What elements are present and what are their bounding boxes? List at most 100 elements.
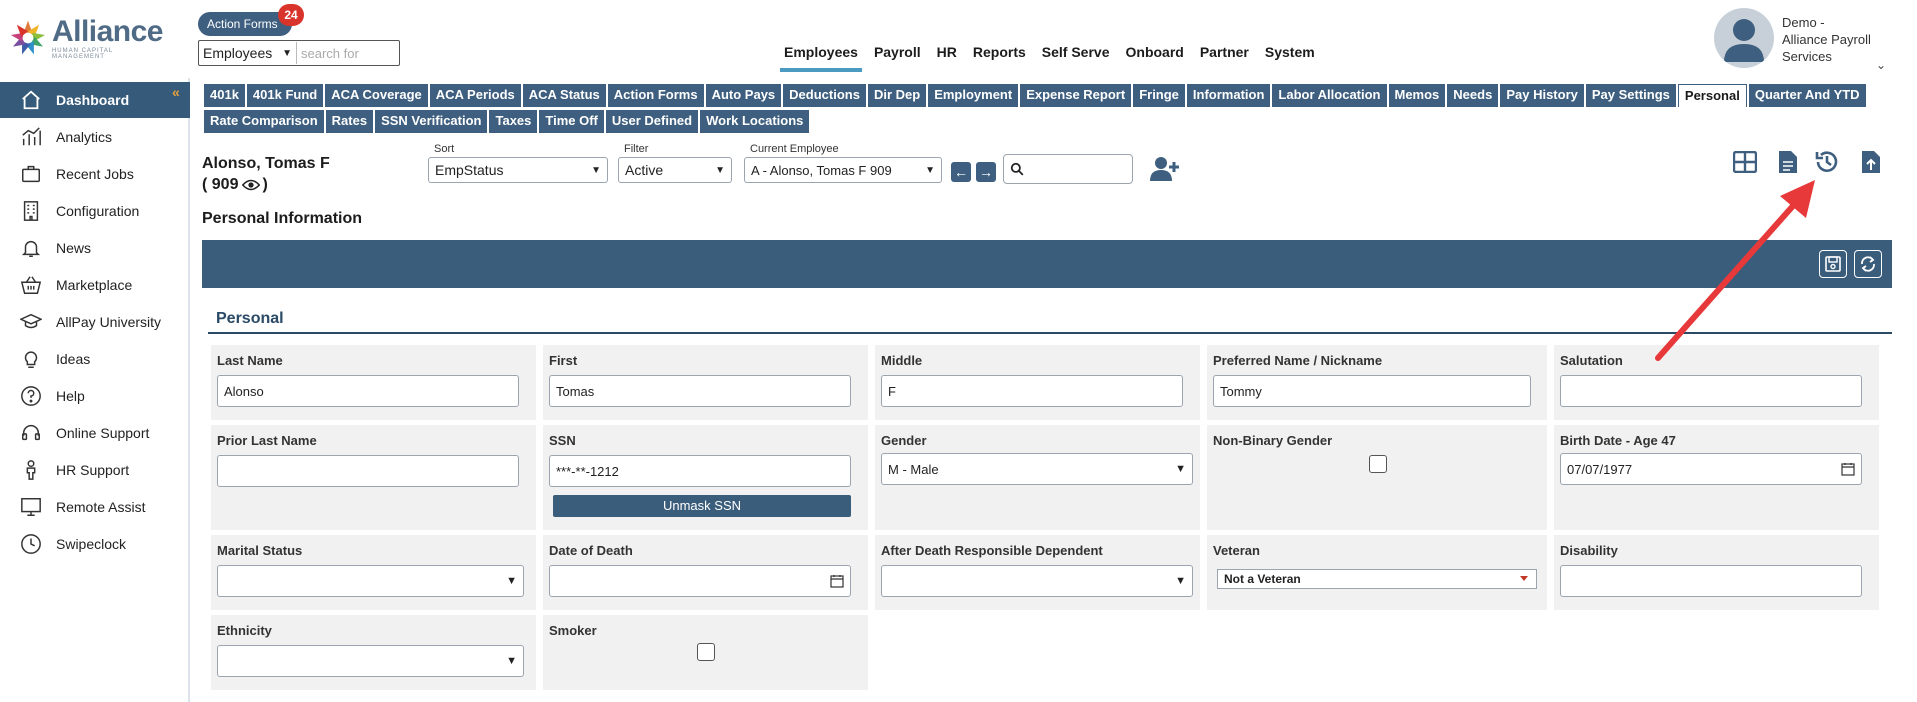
- filter-select[interactable]: Active ▼: [618, 157, 732, 183]
- date-of-death-field[interactable]: [549, 565, 851, 597]
- current-employee-select[interactable]: A - Alonso, Tomas F 909 ▼: [744, 157, 942, 183]
- sidebar-item-configuration[interactable]: Configuration: [0, 193, 190, 229]
- lightbulb-icon: [18, 346, 44, 372]
- nav-reports[interactable]: Reports: [973, 44, 1026, 66]
- smoker-checkbox[interactable]: [697, 643, 715, 661]
- calendar-icon[interactable]: [830, 574, 844, 588]
- history-button[interactable]: [1813, 148, 1841, 176]
- unmask-ssn-button[interactable]: Unmask SSN: [553, 495, 851, 517]
- sidebar-item-ideas[interactable]: Ideas: [0, 341, 190, 377]
- marital-status-select[interactable]: ▼: [217, 565, 524, 597]
- employee-name: Alonso, Tomas F: [202, 155, 330, 172]
- user-menu[interactable]: Demo - Alliance Payroll Services ⌄: [1714, 8, 1914, 72]
- sidebar-item-dashboard[interactable]: Dashboard: [0, 82, 190, 118]
- nav-onboard[interactable]: Onboard: [1126, 44, 1184, 66]
- employee-id: ( 909 ): [202, 176, 268, 194]
- birth-date-field[interactable]: 07/07/1977: [1560, 453, 1862, 485]
- tab-auto-pays[interactable]: Auto Pays: [705, 84, 782, 107]
- tab-action-forms[interactable]: Action Forms: [607, 84, 704, 107]
- nav-employees[interactable]: Employees: [780, 44, 862, 72]
- tab-taxes[interactable]: Taxes: [489, 110, 538, 133]
- first-name-field[interactable]: Tomas: [549, 375, 851, 407]
- sidebar-item-swipeclock[interactable]: Swipeclock: [0, 526, 190, 562]
- tab-information[interactable]: Information: [1186, 84, 1271, 107]
- last-name-field[interactable]: Alonso: [217, 375, 519, 407]
- gender-select[interactable]: M - Male ▼: [881, 453, 1193, 485]
- salutation-label: Salutation: [1560, 353, 1623, 368]
- alliance-logo[interactable]: Alliance HUMAN CAPITAL MANAGEMENT: [8, 14, 164, 62]
- prior-last-name-label: Prior Last Name: [217, 433, 317, 448]
- add-employee-button[interactable]: [1150, 156, 1180, 182]
- tab-401k[interactable]: 401k: [204, 84, 245, 107]
- search-scope-select[interactable]: Employees ▼: [199, 42, 297, 64]
- tab-rate-comparison[interactable]: Rate Comparison: [204, 110, 324, 133]
- middle-name-field[interactable]: F: [881, 375, 1183, 407]
- nav-self-serve[interactable]: Self Serve: [1042, 44, 1110, 66]
- tab-memos[interactable]: Memos: [1388, 84, 1446, 107]
- tab-expense-report[interactable]: Expense Report: [1020, 84, 1132, 107]
- tab-time-off[interactable]: Time Off: [539, 110, 604, 133]
- tab-employment[interactable]: Employment: [928, 84, 1019, 107]
- smoker-label: Smoker: [549, 623, 597, 638]
- preferred-name-field[interactable]: Tommy: [1213, 375, 1531, 407]
- non-binary-gender-checkbox[interactable]: [1369, 455, 1387, 473]
- salutation-field[interactable]: [1560, 375, 1862, 407]
- home-icon: [18, 87, 44, 113]
- tab-needs[interactable]: Needs: [1447, 84, 1499, 107]
- refresh-button[interactable]: [1854, 250, 1882, 278]
- nav-hr[interactable]: HR: [937, 44, 957, 66]
- sidebar-item-online-support[interactable]: Online Support: [0, 415, 190, 451]
- tab-dir-dep[interactable]: Dir Dep: [867, 84, 927, 107]
- sidebar-item-remote-assist[interactable]: Remote Assist: [0, 489, 190, 525]
- user-avatar-icon: [1724, 19, 1764, 62]
- previous-employee-button[interactable]: ←: [951, 162, 971, 182]
- tab-labor-allocation[interactable]: Labor Allocation: [1272, 84, 1387, 107]
- tab-aca-coverage[interactable]: ACA Coverage: [325, 84, 428, 107]
- collapse-sidebar-icon[interactable]: «: [172, 84, 180, 100]
- sidebar-item-allpay-university[interactable]: AllPay University: [0, 304, 190, 340]
- chevron-down-icon[interactable]: ⌄: [1876, 58, 1886, 72]
- sidebar-item-help[interactable]: Help: [0, 378, 190, 414]
- logo-subtitle: HUMAN CAPITAL MANAGEMENT: [51, 47, 113, 60]
- tab-personal[interactable]: Personal: [1677, 84, 1747, 107]
- nav-partner[interactable]: Partner: [1200, 44, 1249, 66]
- chevron-down-icon: ▼: [282, 47, 292, 59]
- tab-fringe[interactable]: Fringe: [1133, 84, 1185, 107]
- tab-pay-settings[interactable]: Pay Settings: [1585, 84, 1676, 107]
- document-button[interactable]: [1774, 148, 1802, 176]
- next-employee-button[interactable]: →: [976, 162, 996, 182]
- sidebar-item-hr-support[interactable]: HR Support: [0, 452, 190, 488]
- nav-payroll[interactable]: Payroll: [874, 44, 921, 66]
- tab-aca-periods[interactable]: ACA Periods: [429, 84, 521, 107]
- tab-401k-fund[interactable]: 401k Fund: [246, 84, 324, 107]
- tab-work-locations[interactable]: Work Locations: [700, 110, 810, 133]
- tab-quarter-and-ytd[interactable]: Quarter And YTD: [1748, 84, 1866, 107]
- nav-system[interactable]: System: [1265, 44, 1315, 66]
- sidebar-item-recent-jobs[interactable]: Recent Jobs: [0, 156, 190, 192]
- sort-select[interactable]: EmpStatus ▼: [428, 157, 608, 183]
- sidebar-item-news[interactable]: News: [0, 230, 190, 266]
- tab-user-defined[interactable]: User Defined: [605, 110, 699, 133]
- veteran-select[interactable]: Not a Veteran: [1217, 569, 1537, 589]
- save-button[interactable]: [1819, 250, 1847, 278]
- tab-deductions[interactable]: Deductions: [783, 84, 866, 107]
- ethnicity-select[interactable]: ▼: [217, 645, 524, 677]
- eye-icon[interactable]: [242, 178, 261, 192]
- grid-view-button[interactable]: [1731, 148, 1759, 176]
- tab-aca-status[interactable]: ACA Status: [522, 84, 606, 107]
- tab-ssn-verification[interactable]: SSN Verification: [375, 110, 488, 133]
- sidebar-item-marketplace[interactable]: Marketplace: [0, 267, 190, 303]
- calendar-icon[interactable]: [1841, 462, 1855, 476]
- ssn-field[interactable]: ***-**-1212: [549, 455, 851, 487]
- sidebar-item-analytics[interactable]: Analytics: [0, 119, 190, 155]
- disability-field[interactable]: [1560, 565, 1862, 597]
- upload-document-button[interactable]: [1857, 148, 1885, 176]
- tab-pay-history[interactable]: Pay History: [1500, 84, 1584, 107]
- after-death-dependent-select[interactable]: ▼: [881, 565, 1193, 597]
- sidebar-item-label: Analytics: [56, 129, 113, 145]
- tab-rates[interactable]: Rates: [325, 110, 374, 133]
- employee-search-input[interactable]: [1003, 154, 1133, 184]
- search-input[interactable]: search for: [297, 46, 359, 61]
- after-death-dependent-label: After Death Responsible Dependent: [881, 543, 1103, 558]
- prior-last-name-field[interactable]: [217, 455, 519, 487]
